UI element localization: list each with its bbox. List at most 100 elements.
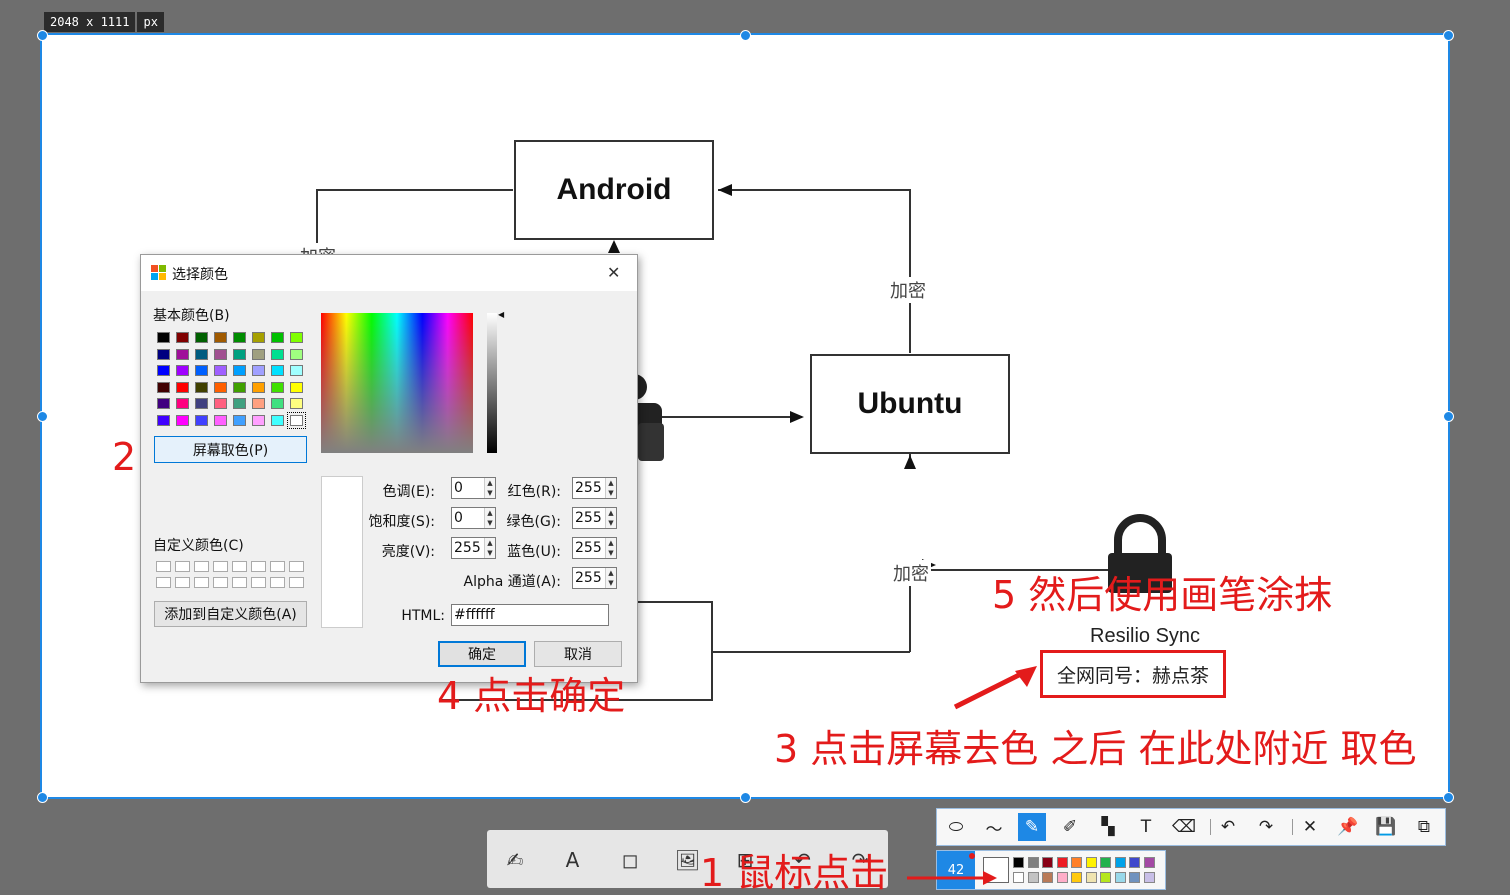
polyline-icon[interactable]: 〜 <box>980 813 1008 841</box>
pen-icon[interactable]: ✎ <box>1018 813 1046 841</box>
resize-handle[interactable] <box>1443 411 1454 422</box>
palette-color-swatch[interactable] <box>1042 857 1053 868</box>
basic-color-swatch[interactable] <box>214 398 227 409</box>
basic-color-swatch[interactable] <box>233 414 246 426</box>
blue-input[interactable]: 255 ▲ ▼ <box>572 537 617 559</box>
basic-color-swatch[interactable] <box>252 414 265 426</box>
screen-pick-button[interactable]: 屏幕取色(P) <box>154 436 307 463</box>
basic-color-swatch[interactable] <box>176 398 189 409</box>
alpha-input[interactable]: 255 ▲ ▼ <box>572 567 617 589</box>
image-icon[interactable]: 🖼 <box>674 846 702 874</box>
palette-color-swatch[interactable] <box>1027 872 1039 883</box>
palette-color-swatch[interactable] <box>1114 857 1126 868</box>
basic-color-swatch[interactable] <box>271 348 284 360</box>
redo-icon[interactable]: ↷ <box>1252 813 1280 841</box>
copy-icon[interactable]: ⧉ <box>1410 813 1438 841</box>
custom-color-slot[interactable] <box>156 577 171 588</box>
close-icon[interactable]: ✕ <box>1296 813 1324 841</box>
basic-color-swatch[interactable] <box>157 398 170 409</box>
custom-color-slot[interactable] <box>251 561 266 572</box>
basic-color-swatch[interactable] <box>233 348 246 360</box>
palette-color-swatch[interactable] <box>1129 857 1140 868</box>
marker-icon[interactable]: ✐ <box>1056 813 1084 841</box>
resize-handle[interactable] <box>1443 792 1454 803</box>
basic-color-swatch[interactable] <box>214 381 227 393</box>
basic-color-swatch[interactable] <box>195 365 208 376</box>
basic-color-swatch[interactable] <box>252 398 265 409</box>
dialog-titlebar[interactable]: 选择颜色 ✕ <box>141 255 637 291</box>
custom-color-slot[interactable] <box>213 577 228 588</box>
mosaic-icon[interactable]: ▚ <box>1094 813 1122 841</box>
basic-color-swatch[interactable] <box>233 365 246 376</box>
basic-color-swatch[interactable] <box>176 348 189 360</box>
hue-input[interactable]: 0 ▲ ▼ <box>451 477 496 499</box>
custom-color-slot[interactable] <box>289 577 304 588</box>
custom-color-slot[interactable] <box>270 561 285 572</box>
custom-color-slot[interactable] <box>194 577 209 588</box>
basic-color-swatch[interactable] <box>195 348 208 360</box>
palette-color-swatch[interactable] <box>1013 872 1024 883</box>
basic-color-swatch[interactable] <box>252 332 265 343</box>
custom-color-slot[interactable] <box>213 561 228 572</box>
basic-color-swatch[interactable] <box>290 348 303 360</box>
basic-color-swatch[interactable] <box>214 365 227 376</box>
palette-color-swatch[interactable] <box>1085 872 1097 883</box>
basic-color-swatch[interactable] <box>195 381 208 393</box>
luminance-input[interactable]: 255 ▲ ▼ <box>451 537 496 559</box>
spin-icon[interactable]: ▲ ▼ <box>605 568 616 588</box>
basic-color-swatch[interactable] <box>233 398 246 409</box>
ok-button[interactable]: 确定 <box>438 641 526 667</box>
basic-color-swatch[interactable] <box>214 348 227 360</box>
basic-color-swatch[interactable] <box>290 398 303 409</box>
basic-color-swatch[interactable] <box>271 381 284 393</box>
palette-color-swatch[interactable] <box>1027 857 1039 868</box>
basic-color-swatch[interactable] <box>290 381 303 393</box>
custom-color-slot[interactable] <box>175 577 190 588</box>
basic-color-swatch[interactable] <box>176 381 189 393</box>
palette-color-swatch[interactable] <box>1129 872 1140 883</box>
cancel-button[interactable]: 取消 <box>534 641 622 667</box>
close-icon[interactable]: ✕ <box>607 263 620 282</box>
basic-color-swatch[interactable] <box>157 381 170 393</box>
basic-color-swatch[interactable] <box>157 348 170 360</box>
basic-color-swatch[interactable] <box>157 365 170 376</box>
custom-color-slot[interactable] <box>232 561 247 572</box>
basic-color-swatch[interactable] <box>176 414 189 426</box>
palette-color-swatch[interactable] <box>1056 872 1068 883</box>
basic-color-swatch[interactable] <box>271 332 284 343</box>
pin-icon[interactable]: 📌 <box>1334 813 1362 841</box>
basic-color-swatch[interactable] <box>252 348 265 360</box>
spin-icon[interactable]: ▲ ▼ <box>605 478 616 498</box>
text-icon[interactable]: T <box>1132 813 1160 841</box>
undo-icon[interactable]: ↶ <box>1214 813 1242 841</box>
basic-color-swatch[interactable] <box>271 414 284 426</box>
basic-color-swatch[interactable] <box>290 365 303 376</box>
basic-color-swatch[interactable] <box>233 381 246 393</box>
palette-color-swatch[interactable] <box>1143 857 1155 868</box>
slider-arrow-icon[interactable]: ◀ <box>498 310 504 319</box>
text-icon[interactable]: A <box>559 846 587 874</box>
basic-color-swatch[interactable] <box>214 414 227 426</box>
resize-handle[interactable] <box>37 411 48 422</box>
custom-color-slot[interactable] <box>251 577 266 588</box>
hue-saturation-spectrum[interactable] <box>321 313 473 453</box>
palette-color-swatch[interactable] <box>1100 857 1111 868</box>
eraser-icon[interactable]: ⌫ <box>1170 813 1198 841</box>
basic-color-swatch[interactable] <box>157 332 170 343</box>
basic-color-swatch[interactable] <box>195 414 208 426</box>
spin-icon[interactable]: ▲ ▼ <box>605 538 616 558</box>
basic-color-swatch[interactable] <box>271 398 284 409</box>
basic-color-swatch[interactable] <box>176 332 189 343</box>
palette-color-swatch[interactable] <box>1013 857 1024 868</box>
custom-color-slot[interactable] <box>270 577 285 588</box>
custom-color-slot[interactable] <box>156 561 171 572</box>
resize-handle[interactable] <box>37 30 48 41</box>
palette-color-swatch[interactable] <box>1085 857 1097 868</box>
basic-color-swatch[interactable] <box>195 332 208 343</box>
palette-color-swatch[interactable] <box>1114 872 1126 883</box>
basic-color-swatch[interactable] <box>252 381 265 393</box>
custom-color-slot[interactable] <box>194 561 209 572</box>
html-input[interactable]: #ffffff <box>451 604 609 626</box>
palette-color-swatch[interactable] <box>1100 872 1111 883</box>
basic-color-swatch[interactable] <box>252 365 265 376</box>
